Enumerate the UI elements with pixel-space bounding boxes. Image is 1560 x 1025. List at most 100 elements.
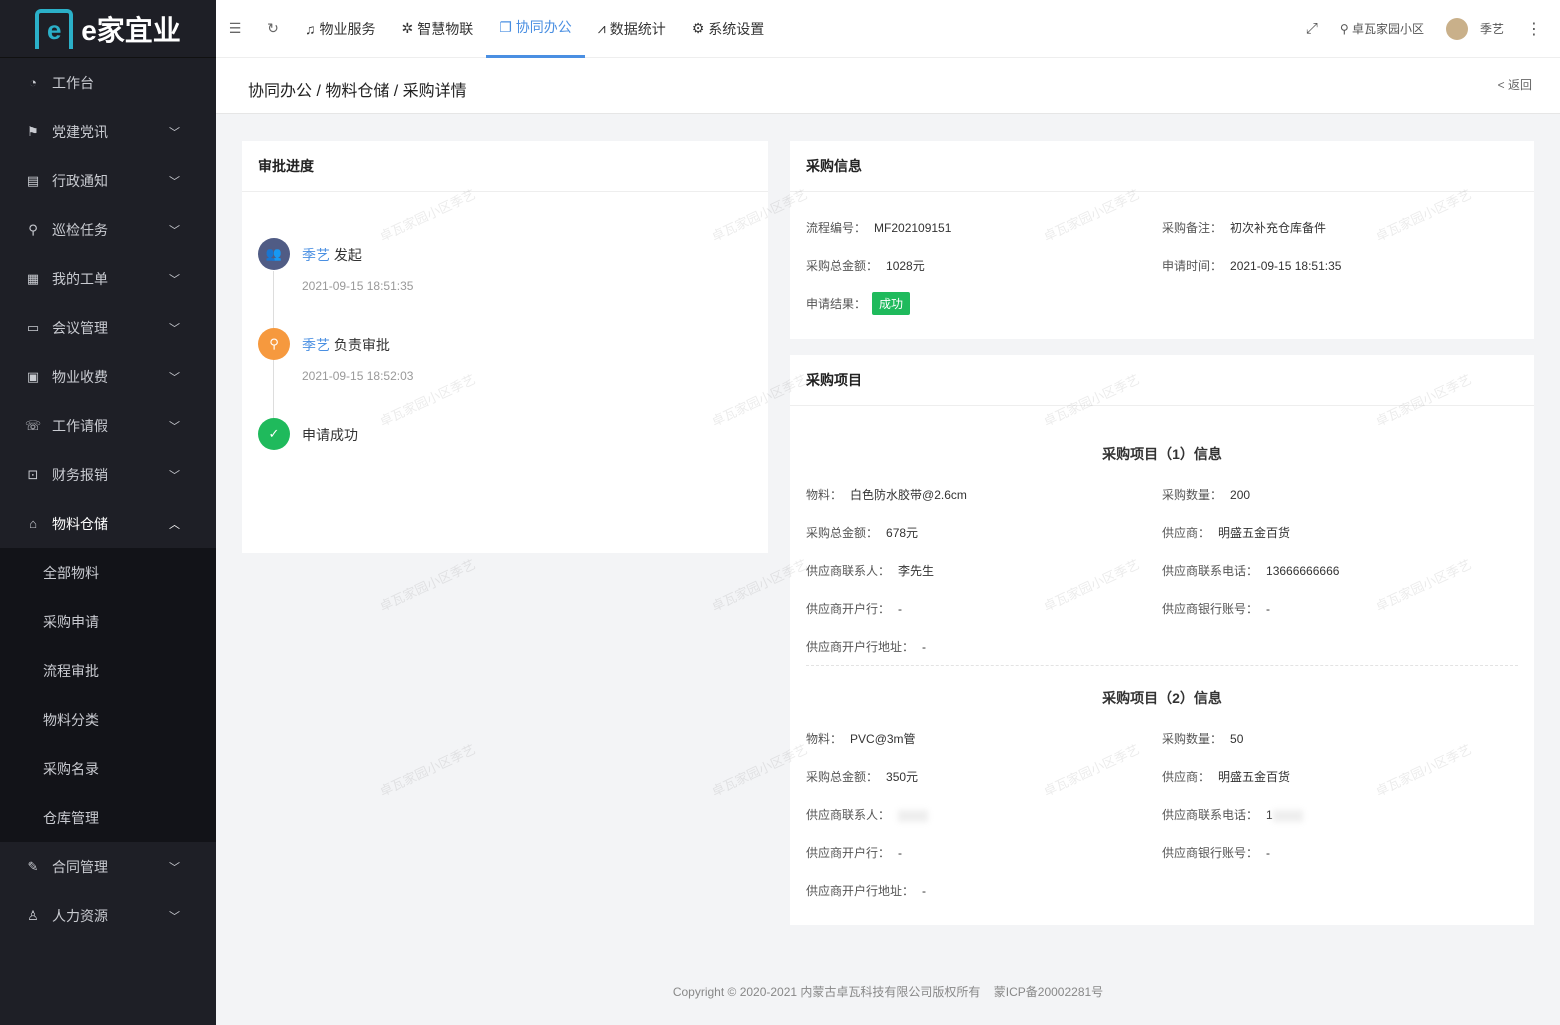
field-account: 供应商银行账号： - bbox=[1162, 846, 1271, 860]
field-supplier: 供应商： 明盛五金百货 bbox=[1162, 526, 1291, 540]
leave-icon: ☏ bbox=[24, 417, 42, 433]
fee-icon: ▣ bbox=[26, 368, 40, 384]
field-account: 供应商银行账号： - bbox=[1162, 602, 1271, 616]
user-menu[interactable]: 季艺 bbox=[1445, 17, 1504, 40]
sidebar-item-leave[interactable]: ☏ 工作请假 ﹀ bbox=[0, 401, 216, 450]
meeting-icon: ▭ bbox=[26, 319, 40, 335]
dashboard-icon: ◔ bbox=[29, 75, 37, 90]
sidebar-item-fee[interactable]: ▣ 物业收费 ﹀ bbox=[0, 352, 216, 401]
users-icon: 👥 bbox=[258, 238, 290, 270]
sidebar-item-contract[interactable]: ✎ 合同管理 ﹀ bbox=[0, 842, 216, 891]
gear-icon: ⚙ bbox=[691, 20, 705, 36]
timeline-step: ✓ 申请成功 bbox=[258, 418, 358, 450]
chevron-down-icon: ﹀ bbox=[169, 175, 180, 188]
divider bbox=[806, 665, 1518, 666]
timeline-step: 👥 季艺 发起 2021-09-15 18:51:35 bbox=[258, 238, 413, 293]
nav-property-service[interactable]: ♫ 物业服务 bbox=[292, 0, 389, 58]
sidebar-item-meeting[interactable]: ▭ 会议管理 ﹀ bbox=[0, 303, 216, 352]
chevron-down-icon: ﹀ bbox=[169, 371, 180, 384]
order-icon: ▦ bbox=[26, 270, 40, 286]
icp-link[interactable]: 蒙ICP备20002281号 bbox=[994, 985, 1103, 999]
chevron-up-icon: ︿ bbox=[169, 518, 180, 531]
field-phone: 供应商联系电话： 13666666666 bbox=[1162, 564, 1340, 578]
nav-statistics[interactable]: ⩘ 数据统计 bbox=[585, 0, 679, 58]
sidebar-subitem-purchase-list[interactable]: 采购名录 bbox=[0, 744, 216, 793]
party-icon: ⚑ bbox=[27, 123, 39, 139]
iot-icon: ✲ bbox=[401, 20, 414, 36]
purchase-items-card: 采购项目 采购项目（1）信息 物料： 白色防水胶带@2.6cm 采购数量： 200 采购总… bbox=[790, 355, 1534, 925]
chevron-down-icon: ﹀ bbox=[169, 469, 180, 482]
field-bank: 供应商开户行： - bbox=[806, 602, 903, 616]
chevron-down-icon: ﹀ bbox=[169, 322, 180, 335]
breadcrumb: 协同办公 / 物料仓储 / 采购详情 bbox=[248, 83, 467, 100]
contract-icon: ✎ bbox=[27, 858, 39, 874]
watermark: 卓瓦家园小区季艺 bbox=[377, 556, 478, 615]
sidebar-subitem-all-materials[interactable]: 全部物料 bbox=[0, 548, 216, 597]
chevron-down-icon: ﹀ bbox=[169, 861, 180, 874]
location-icon: ⚲ bbox=[28, 221, 38, 237]
sidebar-subitem-category[interactable]: 物料分类 bbox=[0, 695, 216, 744]
menu-collapse-icon[interactable]: ☰ bbox=[216, 20, 254, 37]
logo[interactable]: e e家宜业 bbox=[0, 0, 216, 58]
field-bank: 供应商开户行： - bbox=[806, 846, 903, 860]
field-contact: 供应商联系人： 李先生 bbox=[806, 564, 935, 578]
community-selector[interactable]: ⚲ 卓瓦家园小区 bbox=[1340, 20, 1424, 37]
check-icon: ✓ bbox=[258, 418, 290, 450]
card-title: 采购项目 bbox=[790, 355, 1534, 406]
field-bank-addr: 供应商开户行地址： - bbox=[806, 640, 927, 654]
sidebar-subitem-warehouse-mgmt[interactable]: 仓库管理 bbox=[0, 793, 216, 842]
fullscreen-icon[interactable]: ⤢ bbox=[1306, 20, 1318, 37]
sidebar-item-warehouse[interactable]: ⌂ 物料仓储 ︿ bbox=[0, 499, 216, 548]
chevron-down-icon: ﹀ bbox=[169, 273, 180, 286]
purchase-info-card: 采购信息 流程编号： MF202109151 采购备注： 初次补充仓库备件 采购总金… bbox=[790, 141, 1534, 339]
top-navbar: ☰ ↻ ♫ 物业服务 ✲ 智慧物联 ❐ 协同办公 ⩘ 数据统计 ⚙ 系统设置 ⤢ ⚲ 卓瓦… bbox=[216, 0, 1560, 58]
sidebar-item-notice[interactable]: ▤ 行政通知 ﹀ bbox=[0, 156, 216, 205]
sidebar-subitem-purchase-request[interactable]: 采购申请 bbox=[0, 597, 216, 646]
chevron-down-icon: ﹀ bbox=[169, 126, 180, 139]
sidebar-item-hr[interactable]: ♙ 人力资源 ﹀ bbox=[0, 891, 216, 940]
copy-icon: ❐ bbox=[499, 18, 512, 35]
chevron-down-icon: ﹀ bbox=[169, 420, 180, 433]
field-material: 物料： PVC@3m管 bbox=[806, 732, 916, 746]
house-logo-icon: e bbox=[35, 8, 74, 49]
more-icon[interactable]: ⋮ bbox=[1526, 19, 1542, 39]
status-badge: 成功 bbox=[872, 292, 911, 315]
sidebar-item-orders[interactable]: ▦ 我的工单 ﹀ bbox=[0, 254, 216, 303]
item-heading: 采购项目（2）信息 bbox=[1102, 690, 1222, 706]
timeline-step: ⚲ 季艺 负责审批 2021-09-15 18:52:03 bbox=[258, 328, 413, 383]
finance-icon: ⊡ bbox=[27, 466, 39, 482]
nav-collab-office[interactable]: ❐ 协同办公 bbox=[486, 0, 585, 58]
headset-icon: ♫ bbox=[305, 20, 316, 37]
avatar bbox=[1445, 17, 1468, 40]
field-contact: 供应商联系人： bbox=[806, 806, 929, 823]
notice-icon: ▤ bbox=[26, 172, 40, 188]
sidebar-item-finance[interactable]: ⊡ 财务报销 ﹀ bbox=[0, 450, 216, 499]
card-title: 审批进度 bbox=[242, 141, 768, 192]
watermark: 卓瓦家园小区季艺 bbox=[377, 741, 478, 800]
sidebar-item-party[interactable]: ⚑ 党建党讯 ﹀ bbox=[0, 107, 216, 156]
refresh-icon[interactable]: ↻ bbox=[254, 20, 292, 37]
nav-settings[interactable]: ⚙ 系统设置 bbox=[679, 0, 778, 58]
warehouse-submenu: 全部物料 采购申请 流程审批 物料分类 采购名录 仓库管理 bbox=[0, 548, 216, 842]
field-supplier: 供应商： 明盛五金百货 bbox=[1162, 770, 1291, 784]
chevron-down-icon: ﹀ bbox=[169, 910, 180, 923]
sidebar-item-workbench[interactable]: ◔ 工作台 bbox=[0, 58, 216, 107]
breadcrumb-bar: 协同办公 / 物料仓储 / 采购详情 < 返回 bbox=[216, 58, 1560, 114]
field-qty: 采购数量： 50 bbox=[1162, 732, 1244, 746]
footer: Copyright © 2020-2021 内蒙古卓瓦科技有限公司版权所有 蒙I… bbox=[672, 985, 1104, 999]
warehouse-icon: ⌂ bbox=[29, 516, 37, 531]
approval-card: 审批进度 👥 季艺 发起 2021-09-15 18:51:35 ⚲ 季艺 负责… bbox=[242, 141, 768, 553]
sidebar: e e家宜业 ◔ 工作台 ⚑ 党建党讯 ﹀ ▤ 行政通知 ﹀ ⚲ 巡检任务 ﹀ ▦ 我的工单 ﹀ … bbox=[0, 0, 216, 1025]
chevron-down-icon: ﹀ bbox=[169, 224, 180, 237]
user-icon: ♙ bbox=[27, 907, 39, 923]
sidebar-subitem-approval[interactable]: 流程审批 bbox=[0, 646, 216, 695]
sidebar-item-inspection[interactable]: ⚲ 巡检任务 ﹀ bbox=[0, 205, 216, 254]
item-heading: 采购项目（1）信息 bbox=[1102, 446, 1222, 462]
chart-icon: ⩘ bbox=[597, 20, 606, 36]
field-bank-addr: 供应商开户行地址： - bbox=[806, 884, 927, 898]
nav-smart-iot[interactable]: ✲ 智慧物联 bbox=[389, 0, 487, 58]
field-amount: 采购总金额： 350元 bbox=[806, 770, 919, 784]
back-link[interactable]: < 返回 bbox=[1498, 76, 1532, 93]
field-qty: 采购数量： 200 bbox=[1162, 488, 1251, 502]
field-amount: 采购总金额： 678元 bbox=[806, 526, 919, 540]
